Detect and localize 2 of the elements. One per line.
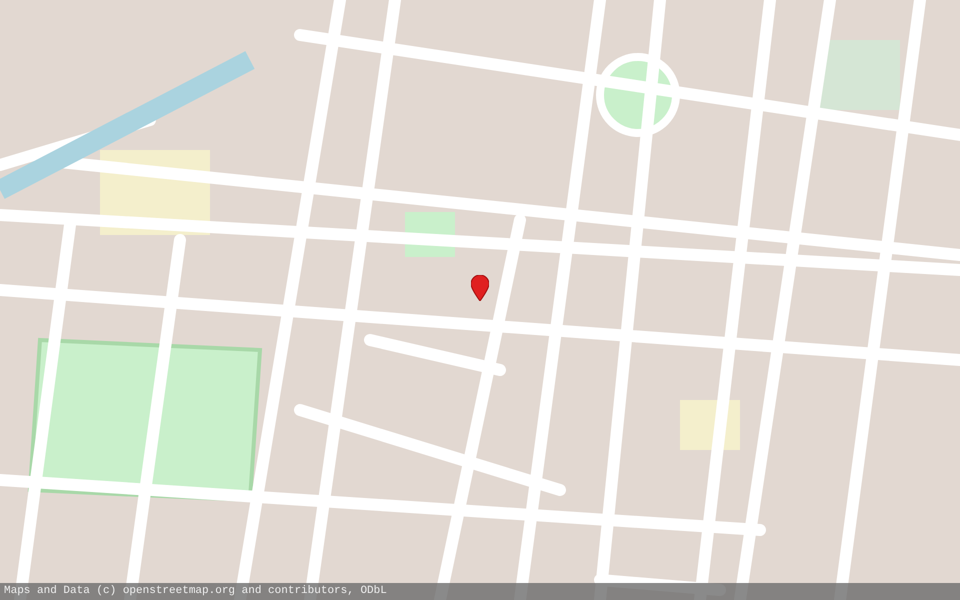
map-attribution: Maps and Data (c) openstreetmap.org and contributors, ODbL [4,584,387,600]
map-pin-icon[interactable] [471,275,489,301]
